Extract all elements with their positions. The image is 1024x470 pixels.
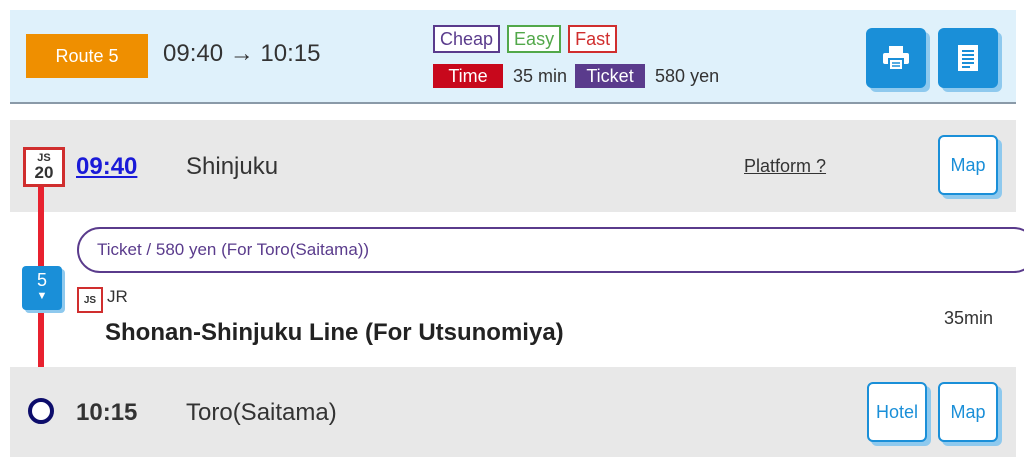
tag-fast: Fast	[568, 25, 618, 53]
departure-station-name: Shinjuku	[186, 153, 279, 180]
chevron-down-icon: ▼	[36, 290, 48, 302]
platform-link[interactable]: Platform ?	[744, 156, 826, 177]
arrival-station-name: Toro(Saitama)	[186, 399, 337, 426]
arrival-map-button[interactable]: Map	[938, 382, 998, 442]
document-icon	[958, 45, 978, 71]
route-badge: Route 5	[26, 34, 148, 78]
ticket-info-box: Ticket / 580 yen (For Toro(Saitama))	[77, 227, 1024, 273]
route-info-row: Time 35 min Ticket 580 yen	[433, 64, 727, 88]
time-value: 35 min	[513, 65, 568, 86]
departure-station-row: 09:40 Shinjuku Platform ? Map	[10, 120, 1016, 212]
departure-map-button[interactable]: Map	[938, 135, 998, 195]
stops-toggle-button[interactable]: 5 ▼	[22, 266, 62, 310]
ticket-value: 580 yen	[655, 65, 720, 86]
print-button[interactable]	[866, 28, 926, 88]
station-code-number: 20	[34, 163, 54, 182]
train-line-name: Shonan-Shinjuku Line (For Utsunomiya)	[105, 319, 564, 346]
railway-company: JR	[107, 287, 128, 306]
arrival-time: 10:15	[76, 399, 138, 426]
time-label: Time	[433, 64, 503, 88]
route-tags: Cheap Easy Fast	[433, 25, 618, 53]
printer-icon	[883, 46, 909, 71]
segment-duration: 35min	[944, 308, 994, 328]
ticket-label: Ticket	[575, 64, 646, 88]
route-time-range: 09:40 → 10:15	[163, 40, 321, 67]
tag-easy: Easy	[507, 25, 562, 53]
arrival-point-icon	[28, 398, 54, 424]
arrival-station-row: 10:15 Toro(Saitama) Hotel Map	[10, 367, 1016, 457]
tag-cheap: Cheap	[433, 25, 501, 53]
route-summary-header: Route 5 09:40 → 10:15 Cheap Easy Fast Ti…	[10, 10, 1016, 104]
hotel-button[interactable]: Hotel	[867, 382, 927, 442]
stops-count: 5	[36, 270, 47, 290]
line-code-badge: JS	[77, 287, 103, 313]
station-code-badge: JS 20	[23, 147, 65, 187]
departure-time-link[interactable]: 09:40	[76, 153, 137, 181]
memo-button[interactable]	[938, 28, 998, 88]
